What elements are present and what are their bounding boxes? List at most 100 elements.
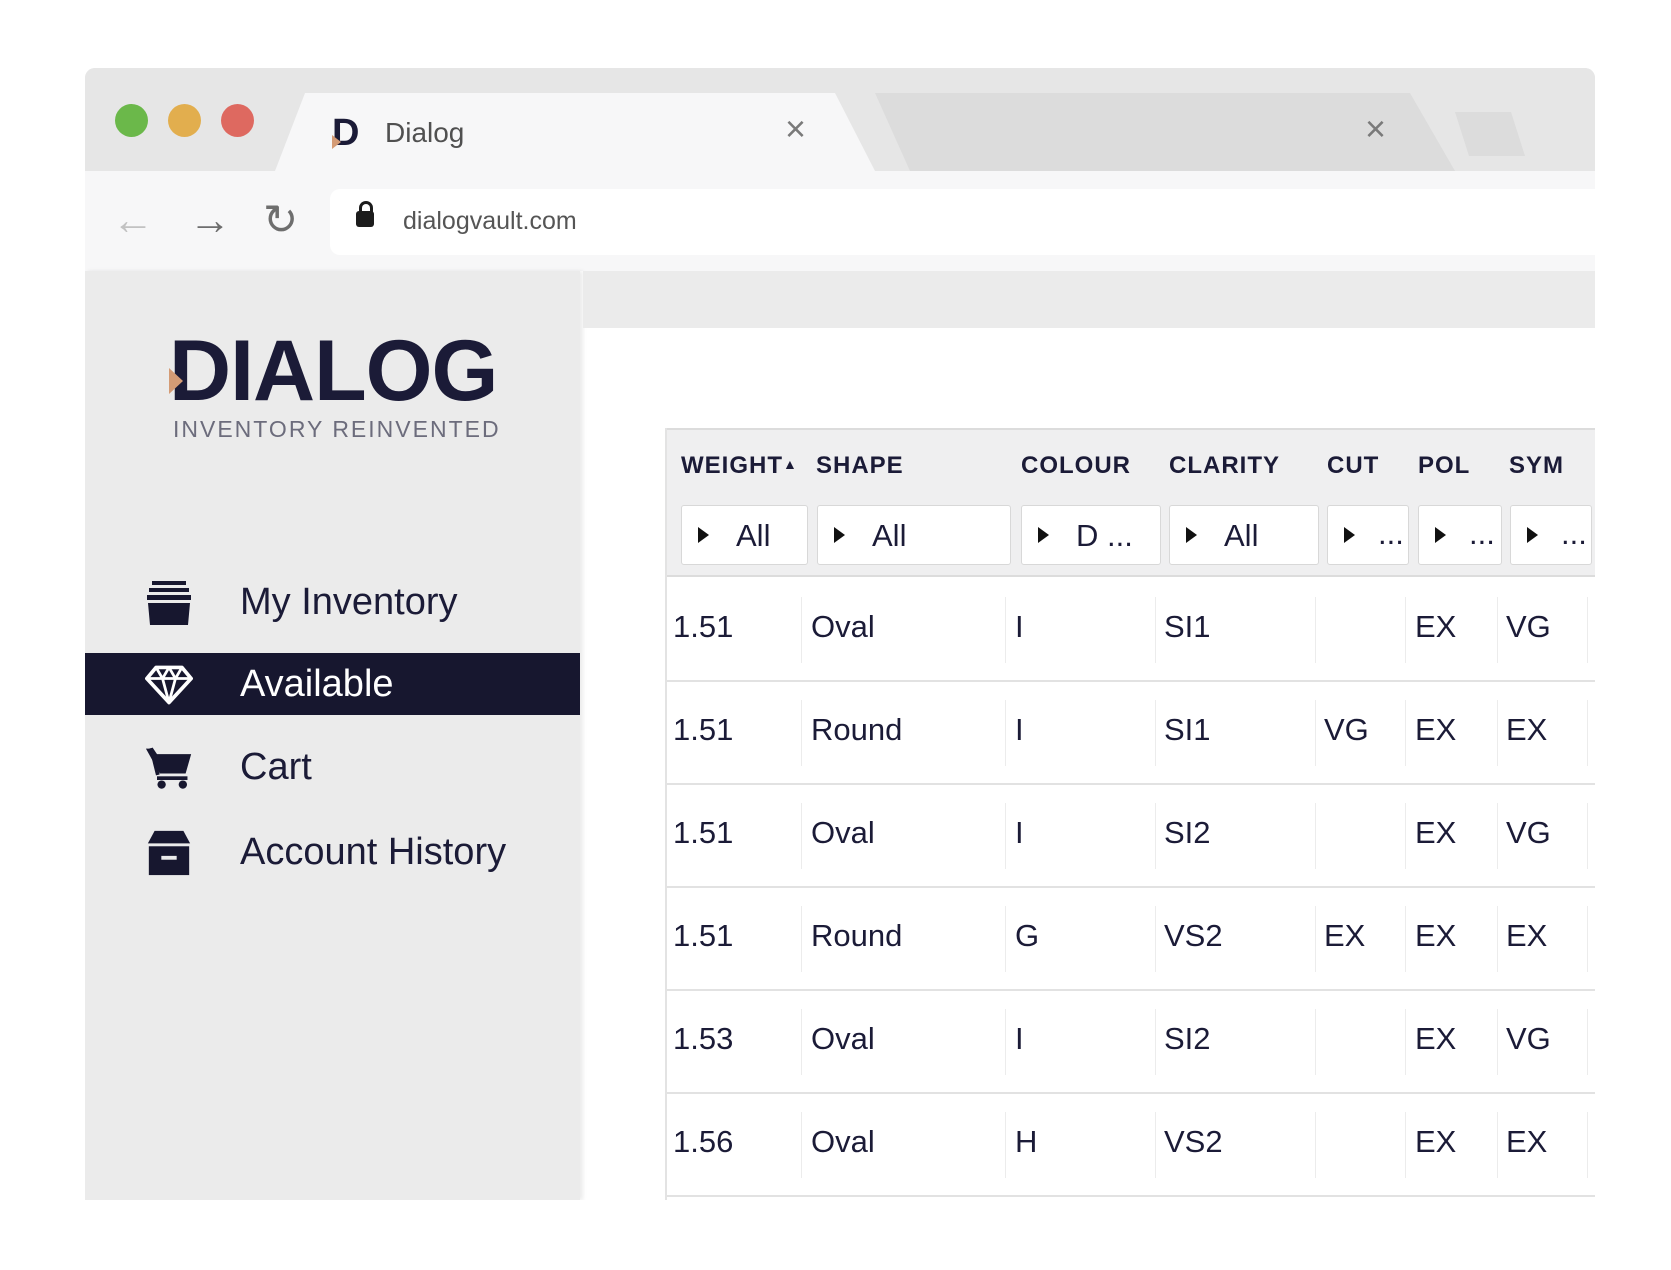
- window-close-button[interactable]: [221, 104, 254, 137]
- window-maximize-button[interactable]: [115, 104, 148, 137]
- caret-right-icon: [1038, 527, 1049, 543]
- filter-shape[interactable]: All: [817, 505, 1011, 565]
- column-header-shape[interactable]: SHAPE: [816, 452, 904, 480]
- cell-pol: EX: [1415, 1021, 1457, 1056]
- caret-right-icon: [834, 527, 845, 543]
- cell-shape: Oval: [811, 815, 875, 850]
- cell-colour: I: [1015, 609, 1024, 644]
- new-tab-button[interactable]: [1455, 112, 1525, 156]
- sidebar-item-account-history[interactable]: Account History: [85, 821, 580, 883]
- address-bar[interactable]: dialogvault.com: [330, 189, 1595, 255]
- cell-shape: Round: [811, 918, 903, 953]
- filter-cut[interactable]: ...: [1327, 505, 1409, 565]
- cell-weight: 1.56: [673, 1124, 734, 1159]
- table-row[interactable]: 1.51 Oval I SI2 EX VG: [667, 785, 1595, 888]
- cell-weight: 1.51: [673, 609, 734, 644]
- table-row[interactable]: 1.51 Round I SI1 VG EX EX: [667, 682, 1595, 785]
- browser-toolbar: ← → ↻ dialogvault.com: [85, 171, 1595, 271]
- cell-colour: I: [1015, 815, 1024, 850]
- caret-right-icon: [1186, 527, 1197, 543]
- filter-row: All All D ... All ... ... ...: [667, 495, 1595, 577]
- cell-sym: EX: [1506, 1124, 1548, 1159]
- tab-close-icon[interactable]: ×: [785, 111, 806, 147]
- tab-title: Dialog: [385, 117, 465, 148]
- cell-colour: I: [1015, 712, 1024, 747]
- filter-sym[interactable]: ...: [1510, 505, 1592, 565]
- cell-pol: EX: [1415, 712, 1457, 747]
- cell-weight: 1.51: [673, 918, 734, 953]
- column-header-colour[interactable]: COLOUR: [1021, 452, 1131, 480]
- filter-colour[interactable]: D ...: [1021, 505, 1161, 565]
- cart-icon: [145, 747, 192, 789]
- sidebar-item-cart[interactable]: Cart: [85, 736, 580, 798]
- filter-pol[interactable]: ...: [1418, 505, 1502, 565]
- table-row[interactable]: 1.51 Round G VS2 EX EX EX: [667, 888, 1595, 991]
- caret-right-icon: [1435, 527, 1446, 543]
- cell-pol: EX: [1415, 1124, 1457, 1159]
- cell-weight: 1.51: [673, 712, 734, 747]
- inventory-stack-icon: [147, 581, 191, 625]
- cell-cut: VG: [1324, 712, 1369, 747]
- column-header-cut[interactable]: CUT: [1327, 452, 1379, 480]
- browser-tab-active[interactable]: D Dialog ×: [275, 93, 875, 171]
- browser-tab-inactive[interactable]: ×: [865, 93, 1455, 171]
- cell-colour: G: [1015, 918, 1040, 953]
- cell-pol: EX: [1415, 815, 1457, 850]
- logo-tagline: INVENTORY REINVENTED: [173, 416, 501, 442]
- table-row[interactable]: 1.51 Oval I SI1 EX VG: [667, 579, 1595, 682]
- browser-window: D Dialog × × ← → ↻ dialogvault.com DIALO…: [85, 68, 1595, 1200]
- cell-sym: EX: [1506, 918, 1548, 953]
- window-minimize-button[interactable]: [168, 104, 201, 137]
- url-text[interactable]: dialogvault.com: [403, 207, 577, 236]
- cell-colour: I: [1015, 1021, 1024, 1056]
- tab-strip: D Dialog × ×: [85, 68, 1595, 171]
- cell-shape: Oval: [811, 609, 875, 644]
- cell-sym: VG: [1506, 609, 1551, 644]
- cell-sym: VG: [1506, 815, 1551, 850]
- dialog-logo[interactable]: DIALOG INVENTORY REINVENTED: [169, 326, 509, 442]
- tab-close-icon[interactable]: ×: [1365, 111, 1386, 147]
- diamond-icon: [145, 665, 193, 705]
- sidebar-item-available[interactable]: Available: [85, 653, 580, 715]
- column-header-pol[interactable]: POL: [1418, 452, 1470, 480]
- column-header-weight[interactable]: WEIGHT▲: [681, 452, 798, 480]
- sidebar-item-my-inventory[interactable]: My Inventory: [85, 571, 580, 633]
- reload-icon[interactable]: ↻: [263, 199, 298, 241]
- table-header: WEIGHT▲ SHAPE COLOUR CLARITY CUT POL SYM: [667, 428, 1595, 495]
- lock-icon: [356, 201, 374, 227]
- cell-shape: Oval: [811, 1021, 875, 1056]
- cell-shape: Round: [811, 712, 903, 747]
- cell-pol: EX: [1415, 609, 1457, 644]
- cell-weight: 1.51: [673, 815, 734, 850]
- sidebar: DIALOG INVENTORY REINVENTED My Inventory: [85, 271, 580, 1200]
- forward-arrow-icon[interactable]: →: [189, 199, 231, 241]
- cell-shape: Oval: [811, 1124, 875, 1159]
- column-header-sym[interactable]: SYM: [1509, 452, 1564, 480]
- cell-colour: H: [1015, 1124, 1038, 1159]
- cell-clarity: VS2: [1164, 918, 1223, 953]
- archive-box-icon: [147, 830, 191, 876]
- table-row[interactable]: 1.53 Oval I SI2 EX VG: [667, 991, 1595, 1094]
- sort-ascending-icon: ▲: [783, 456, 798, 472]
- cell-clarity: SI2: [1164, 815, 1211, 850]
- table-row[interactable]: 1.56 Oval H VS2 EX EX: [667, 1094, 1595, 1197]
- app-content: DIALOG INVENTORY REINVENTED My Inventory: [85, 271, 1595, 1200]
- column-header-clarity[interactable]: CLARITY: [1169, 452, 1280, 480]
- cell-pol: EX: [1415, 918, 1457, 953]
- filter-weight[interactable]: All: [681, 505, 808, 565]
- caret-right-icon: [1344, 527, 1355, 543]
- filter-clarity[interactable]: All: [1169, 505, 1319, 565]
- cell-clarity: SI2: [1164, 1021, 1211, 1056]
- cell-clarity: VS2: [1164, 1124, 1223, 1159]
- cell-clarity: SI1: [1164, 609, 1211, 644]
- cell-sym: VG: [1506, 1021, 1551, 1056]
- cell-clarity: SI1: [1164, 712, 1211, 747]
- sidebar-item-label: My Inventory: [240, 581, 458, 623]
- cell-cut: EX: [1324, 918, 1366, 953]
- caret-right-icon: [698, 527, 709, 543]
- top-banner: [583, 271, 1595, 328]
- caret-right-icon: [1527, 527, 1538, 543]
- back-arrow-icon[interactable]: ←: [112, 199, 154, 241]
- sidebar-item-label: Available: [240, 663, 394, 705]
- sidebar-item-label: Account History: [240, 831, 507, 873]
